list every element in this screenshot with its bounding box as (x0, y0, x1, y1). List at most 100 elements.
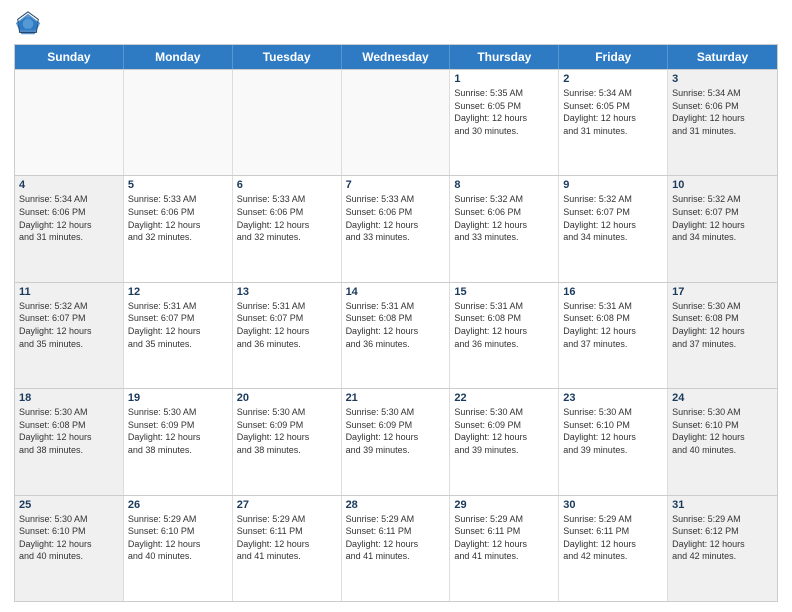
day-info-line: Sunrise: 5:35 AM (454, 87, 554, 100)
calendar-day-header: Friday (559, 45, 668, 69)
day-info-line: Sunrise: 5:30 AM (672, 300, 773, 313)
day-number: 17 (672, 286, 773, 298)
day-number: 11 (19, 286, 119, 298)
day-info-line: Daylight: 12 hours (128, 219, 228, 232)
day-info-line: Sunrise: 5:31 AM (128, 300, 228, 313)
day-number: 10 (672, 179, 773, 191)
day-info-line: Sunset: 6:10 PM (19, 525, 119, 538)
day-info-line: Sunset: 6:06 PM (454, 206, 554, 219)
day-info-line: Sunrise: 5:32 AM (563, 193, 663, 206)
day-info-line: Daylight: 12 hours (454, 538, 554, 551)
calendar-day-cell: 19Sunrise: 5:30 AMSunset: 6:09 PMDayligh… (124, 389, 233, 494)
day-info-line: and 37 minutes. (672, 338, 773, 351)
day-info-line: Sunset: 6:11 PM (237, 525, 337, 538)
day-info-line: Sunset: 6:07 PM (672, 206, 773, 219)
day-info-line: and 31 minutes. (563, 125, 663, 138)
day-info-line: Sunrise: 5:33 AM (128, 193, 228, 206)
empty-cell (124, 70, 233, 175)
day-info-line: and 31 minutes. (19, 231, 119, 244)
day-info-line: Daylight: 12 hours (19, 325, 119, 338)
day-info-line: Daylight: 12 hours (346, 325, 446, 338)
day-info-line: Sunset: 6:06 PM (19, 206, 119, 219)
day-info-line: Daylight: 12 hours (237, 219, 337, 232)
calendar-body: 1Sunrise: 5:35 AMSunset: 6:05 PMDaylight… (15, 69, 777, 601)
calendar-day-header: Saturday (668, 45, 777, 69)
day-info-line: Daylight: 12 hours (563, 219, 663, 232)
day-number: 31 (672, 499, 773, 511)
day-number: 18 (19, 392, 119, 404)
day-info-line: Sunrise: 5:31 AM (454, 300, 554, 313)
calendar-day-cell: 10Sunrise: 5:32 AMSunset: 6:07 PMDayligh… (668, 176, 777, 281)
day-info-line: Sunrise: 5:31 AM (563, 300, 663, 313)
day-number: 4 (19, 179, 119, 191)
day-info-line: Sunset: 6:10 PM (128, 525, 228, 538)
day-info-line: Sunset: 6:11 PM (454, 525, 554, 538)
day-info-line: Sunrise: 5:30 AM (563, 406, 663, 419)
day-info-line: and 30 minutes. (454, 125, 554, 138)
calendar-week: 11Sunrise: 5:32 AMSunset: 6:07 PMDayligh… (15, 282, 777, 388)
day-info-line: Daylight: 12 hours (19, 219, 119, 232)
day-info-line: Sunrise: 5:29 AM (454, 513, 554, 526)
day-info-line: and 39 minutes. (346, 444, 446, 457)
day-number: 13 (237, 286, 337, 298)
day-info-line: Sunset: 6:09 PM (346, 419, 446, 432)
day-number: 5 (128, 179, 228, 191)
day-info-line: Sunset: 6:07 PM (128, 312, 228, 325)
day-info-line: Daylight: 12 hours (454, 219, 554, 232)
calendar-day-cell: 6Sunrise: 5:33 AMSunset: 6:06 PMDaylight… (233, 176, 342, 281)
calendar-day-cell: 12Sunrise: 5:31 AMSunset: 6:07 PMDayligh… (124, 283, 233, 388)
empty-cell (15, 70, 124, 175)
day-info-line: Daylight: 12 hours (672, 325, 773, 338)
day-info-line: Daylight: 12 hours (128, 538, 228, 551)
day-info-line: Sunrise: 5:30 AM (237, 406, 337, 419)
day-info-line: Daylight: 12 hours (672, 431, 773, 444)
day-number: 6 (237, 179, 337, 191)
day-info-line: Daylight: 12 hours (454, 325, 554, 338)
day-info-line: and 40 minutes. (19, 550, 119, 563)
day-info-line: Daylight: 12 hours (454, 112, 554, 125)
calendar-day-cell: 9Sunrise: 5:32 AMSunset: 6:07 PMDaylight… (559, 176, 668, 281)
day-info-line: and 38 minutes. (19, 444, 119, 457)
day-info-line: and 42 minutes. (672, 550, 773, 563)
day-number: 26 (128, 499, 228, 511)
calendar-day-cell: 1Sunrise: 5:35 AMSunset: 6:05 PMDaylight… (450, 70, 559, 175)
day-info-line: Daylight: 12 hours (672, 219, 773, 232)
day-info-line: and 35 minutes. (128, 338, 228, 351)
day-info-line: Sunrise: 5:30 AM (19, 406, 119, 419)
day-info-line: Sunset: 6:09 PM (237, 419, 337, 432)
day-info-line: Sunrise: 5:34 AM (19, 193, 119, 206)
calendar-day-cell: 21Sunrise: 5:30 AMSunset: 6:09 PMDayligh… (342, 389, 451, 494)
calendar-day-cell: 22Sunrise: 5:30 AMSunset: 6:09 PMDayligh… (450, 389, 559, 494)
day-info-line: Sunset: 6:07 PM (563, 206, 663, 219)
day-info-line: and 33 minutes. (454, 231, 554, 244)
calendar-day-cell: 15Sunrise: 5:31 AMSunset: 6:08 PMDayligh… (450, 283, 559, 388)
day-info-line: and 32 minutes. (128, 231, 228, 244)
calendar-day-header: Tuesday (233, 45, 342, 69)
day-info-line: Sunrise: 5:29 AM (237, 513, 337, 526)
calendar-day-cell: 8Sunrise: 5:32 AMSunset: 6:06 PMDaylight… (450, 176, 559, 281)
calendar: SundayMondayTuesdayWednesdayThursdayFrid… (14, 44, 778, 602)
day-info-line: Daylight: 12 hours (237, 431, 337, 444)
day-info-line: Daylight: 12 hours (237, 325, 337, 338)
calendar-week: 25Sunrise: 5:30 AMSunset: 6:10 PMDayligh… (15, 495, 777, 601)
day-info-line: Sunset: 6:08 PM (563, 312, 663, 325)
day-info-line: Sunrise: 5:29 AM (346, 513, 446, 526)
calendar-day-cell: 5Sunrise: 5:33 AMSunset: 6:06 PMDaylight… (124, 176, 233, 281)
day-info-line: and 40 minutes. (128, 550, 228, 563)
day-info-line: Daylight: 12 hours (563, 431, 663, 444)
day-number: 29 (454, 499, 554, 511)
day-info-line: and 42 minutes. (563, 550, 663, 563)
header (14, 10, 778, 38)
day-info-line: Sunrise: 5:30 AM (672, 406, 773, 419)
day-info-line: Sunset: 6:10 PM (672, 419, 773, 432)
calendar-day-header: Thursday (450, 45, 559, 69)
day-info-line: and 32 minutes. (237, 231, 337, 244)
day-number: 16 (563, 286, 663, 298)
day-info-line: Sunset: 6:11 PM (563, 525, 663, 538)
day-info-line: Sunrise: 5:31 AM (237, 300, 337, 313)
calendar-day-cell: 20Sunrise: 5:30 AMSunset: 6:09 PMDayligh… (233, 389, 342, 494)
day-info-line: Sunrise: 5:30 AM (19, 513, 119, 526)
day-info-line: Daylight: 12 hours (563, 112, 663, 125)
calendar-week: 1Sunrise: 5:35 AMSunset: 6:05 PMDaylight… (15, 69, 777, 175)
day-info-line: Sunset: 6:05 PM (454, 100, 554, 113)
